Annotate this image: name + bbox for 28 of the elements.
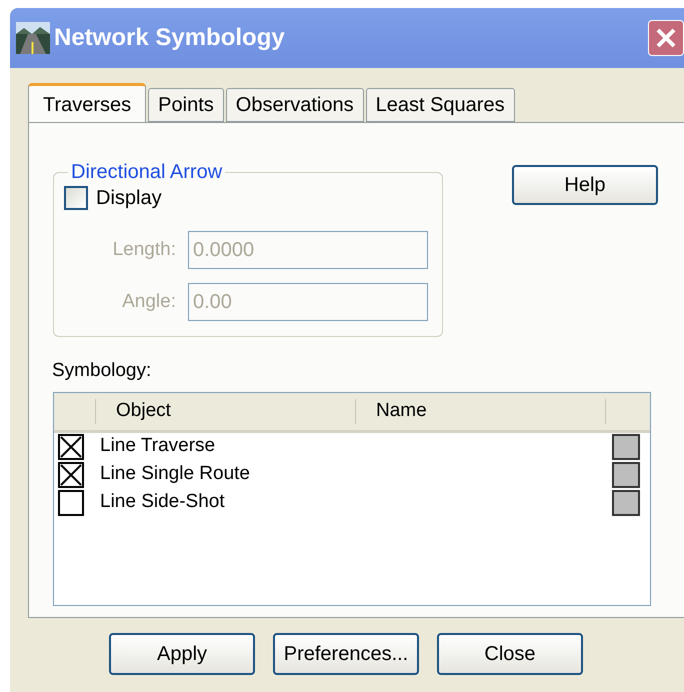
tab[interactable]: Traverses	[28, 83, 146, 123]
field-label: Length:	[112, 238, 177, 262]
checkbox[interactable]	[58, 462, 84, 488]
checkbox[interactable]	[58, 434, 84, 460]
table-cell-text: Line Side-Shot	[100, 490, 226, 514]
dialog-button[interactable]: Close	[437, 633, 583, 675]
close-button[interactable]	[648, 20, 684, 56]
symbol-swatch[interactable]	[612, 462, 640, 488]
symbol-swatch[interactable]	[612, 490, 640, 516]
table-cell-text: Line Single Route	[100, 462, 251, 486]
column-header[interactable]: Object	[96, 398, 356, 424]
help-button[interactable]: Help	[512, 165, 658, 205]
display-checkbox[interactable]: Display	[64, 183, 432, 213]
dialog-button[interactable]: Preferences...	[273, 633, 419, 675]
road-icon	[16, 22, 50, 54]
tab[interactable]: Least Squares	[366, 88, 515, 122]
table-cell-text: Line Traverse	[100, 434, 216, 458]
close-icon	[655, 27, 677, 49]
checkbox[interactable]	[58, 490, 84, 516]
tab[interactable]: Points	[148, 88, 224, 122]
section-label: Symbology:	[52, 359, 152, 383]
field-label: Angle:	[121, 290, 177, 314]
dialog-button[interactable]: Apply	[109, 633, 255, 675]
column-header[interactable]: Name	[356, 398, 606, 424]
tab[interactable]: Observations	[226, 88, 364, 122]
symbol-swatch[interactable]	[612, 434, 640, 460]
window-title: Network Symbology	[54, 23, 286, 53]
group-title: Directional Arrow	[70, 160, 224, 185]
